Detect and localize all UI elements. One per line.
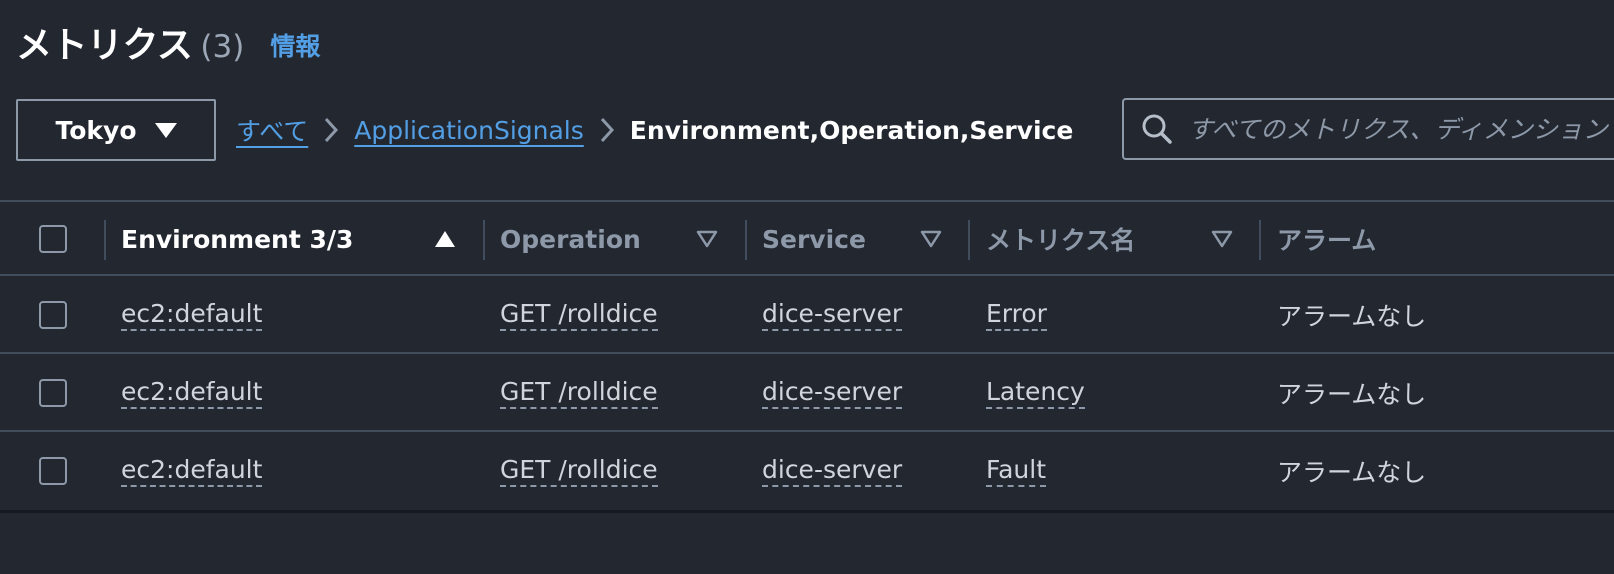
row-checkbox[interactable] [39,457,67,485]
chevron-right-icon [308,116,354,144]
metric-name-cell[interactable]: Fault [986,455,1046,487]
sort-descending-outline-icon[interactable] [696,202,718,276]
operation-cell[interactable]: GET /rolldice [500,299,658,331]
column-header-label: アラーム [1277,226,1377,255]
column-header-environment[interactable]: Environment 3/3 [121,202,353,276]
region-select-label: Tokyo [55,115,137,145]
service-cell[interactable]: dice-server [762,299,903,331]
select-all-checkbox[interactable] [39,225,67,253]
sort-descending-outline-icon[interactable] [1211,202,1233,276]
table-row[interactable]: ec2:default GET /rolldice dice-server Er… [0,276,1614,354]
page-title: メトリクス [16,25,193,66]
column-header-label: Service [762,224,866,254]
alarm-cell: アラームなし [1277,458,1427,487]
column-divider[interactable] [745,220,747,260]
column-header-alarm[interactable]: アラーム [1277,202,1376,276]
metric-name-cell[interactable]: Latency [986,377,1085,409]
sort-descending-outline-icon[interactable] [920,202,942,276]
column-header-label: メトリクス名 [986,226,1136,255]
service-cell[interactable]: dice-server [762,377,903,409]
service-cell[interactable]: dice-server [762,455,903,487]
column-divider[interactable] [483,220,485,260]
column-header-metric-name[interactable]: メトリクス名 [986,202,1135,276]
column-header-label: Operation [500,224,641,254]
metrics-page: メトリクス (3) 情報 Tokyo すべて ApplicationSignal… [0,0,1614,574]
select-all-cell [39,202,67,276]
search-box[interactable] [1122,98,1614,160]
breadcrumb-current: Environment,Operation,Service [629,115,1074,145]
breadcrumb: すべて ApplicationSignals Environment,Opera… [236,112,1073,148]
breadcrumb-all[interactable]: すべて [236,112,308,148]
column-header-label: Environment 3/3 [121,224,354,254]
metrics-toolbar: Tokyo すべて ApplicationSignals Environment… [16,98,1614,162]
environment-cell[interactable]: ec2:default [121,299,263,331]
breadcrumb-namespace[interactable]: ApplicationSignals [354,116,584,145]
column-divider[interactable] [968,220,970,260]
operation-cell[interactable]: GET /rolldice [500,455,658,487]
column-header-operation[interactable]: Operation [500,202,641,276]
environment-cell[interactable]: ec2:default [121,455,263,487]
caret-down-icon [154,122,177,138]
search-input[interactable] [1188,114,1614,144]
chevron-right-icon [584,116,630,144]
table-row[interactable]: ec2:default GET /rolldice dice-server Fa… [0,432,1614,510]
search-icon [1142,114,1172,144]
metrics-count: (3) [200,29,245,65]
row-checkbox[interactable] [39,379,67,407]
column-divider[interactable] [1259,220,1261,260]
table-row[interactable]: ec2:default GET /rolldice dice-server La… [0,354,1614,432]
environment-cell[interactable]: ec2:default [121,377,263,409]
region-select[interactable]: Tokyo [16,99,216,161]
info-link[interactable]: 情報 [270,27,320,63]
table-bottom-border [0,510,1614,513]
sort-ascending-icon[interactable] [434,202,456,276]
metric-name-cell[interactable]: Error [986,299,1047,331]
alarm-cell: アラームなし [1277,380,1427,409]
page-header: メトリクス (3) 情報 [16,16,320,66]
alarm-cell: アラームなし [1277,302,1427,331]
table-header-row: Environment 3/3 Operation Service メトリクス名 [0,202,1614,276]
row-checkbox[interactable] [39,301,67,329]
column-header-service[interactable]: Service [762,202,866,276]
operation-cell[interactable]: GET /rolldice [500,377,658,409]
column-divider[interactable] [104,220,106,260]
